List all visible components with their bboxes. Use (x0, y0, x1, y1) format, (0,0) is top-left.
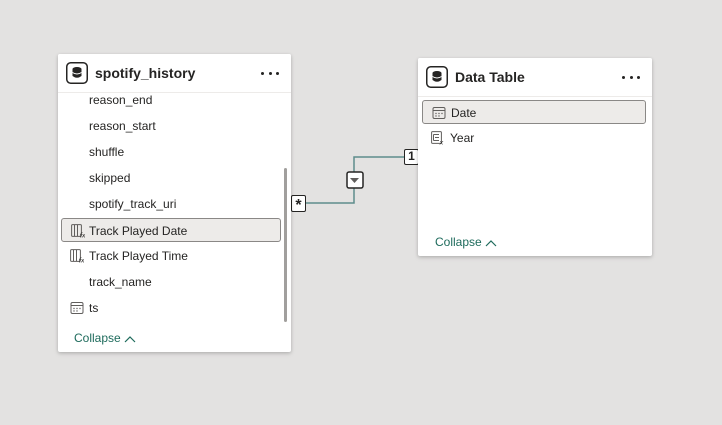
field-label: Track Played Time (89, 249, 188, 263)
field-row-date[interactable]: Date (422, 100, 646, 124)
table-card-data-table[interactable]: Data Table Date x Year Collapse (418, 58, 652, 256)
more-options-button[interactable] (261, 64, 279, 82)
collapse-label: Collapse (74, 331, 121, 345)
calendar-icon (70, 302, 84, 314)
collapse-button[interactable]: Collapse (74, 331, 136, 345)
field-row-track-played-time[interactable]: fx Track Played Time (58, 244, 283, 268)
relationship-one-badge: 1 (404, 149, 419, 165)
calculated-column-icon: fx (71, 224, 85, 238)
field-label: Track Played Date (89, 224, 188, 238)
table-card-spotify-history[interactable]: spotify_history reason_end reason_start … (58, 54, 291, 352)
table-icon (66, 62, 88, 84)
field-label: Year (450, 131, 475, 145)
hierarchy-icon: x (431, 131, 444, 145)
table-card-header[interactable]: Data Table (418, 58, 652, 97)
relationship-many-badge: * (291, 195, 306, 214)
field-label: spotify_track_uri (89, 197, 177, 211)
field-row-spotify-track-uri[interactable]: spotify_track_uri (58, 192, 283, 216)
table-card-header[interactable]: spotify_history (58, 54, 291, 93)
field-label: track_name (89, 275, 152, 289)
field-label: shuffle (89, 145, 125, 159)
calendar-icon (432, 107, 446, 119)
field-row-year[interactable]: x Year (418, 126, 644, 150)
svg-text:fx: fx (79, 257, 85, 263)
calculated-column-icon: fx (70, 249, 84, 263)
field-label: reason_start (89, 119, 156, 133)
collapse-button[interactable]: Collapse (435, 235, 497, 249)
chevron-up-icon (124, 335, 136, 343)
field-label: ts (89, 301, 99, 315)
field-row-shuffle[interactable]: shuffle (58, 140, 283, 164)
dot-icon (629, 75, 633, 79)
dot-icon (261, 71, 264, 75)
scrollbar-thumb[interactable] (284, 168, 287, 322)
table-title: Data Table (455, 69, 525, 85)
field-label: skipped (89, 171, 131, 185)
dot-icon (637, 75, 640, 79)
table-title: spotify_history (95, 65, 196, 81)
field-list: reason_end reason_start shuffle skipped … (58, 54, 291, 352)
field-row-ts[interactable]: ts (58, 296, 283, 320)
table-icon (426, 66, 448, 88)
dot-icon (268, 71, 272, 75)
svg-text:fx: fx (80, 232, 86, 238)
more-options-button[interactable] (622, 68, 640, 86)
field-row-reason-start[interactable]: reason_start (58, 114, 283, 138)
field-row-track-name[interactable]: track_name (58, 270, 283, 294)
filter-direction-arrow-icon (346, 171, 364, 189)
field-row-track-played-date[interactable]: fx Track Played Date (61, 218, 281, 242)
dot-icon (276, 71, 279, 75)
chevron-up-icon (485, 239, 497, 247)
dot-icon (622, 75, 625, 79)
field-label: Date (451, 106, 477, 120)
collapse-label: Collapse (435, 235, 482, 249)
field-row-skipped[interactable]: skipped (58, 166, 283, 190)
svg-text:x: x (439, 139, 444, 145)
